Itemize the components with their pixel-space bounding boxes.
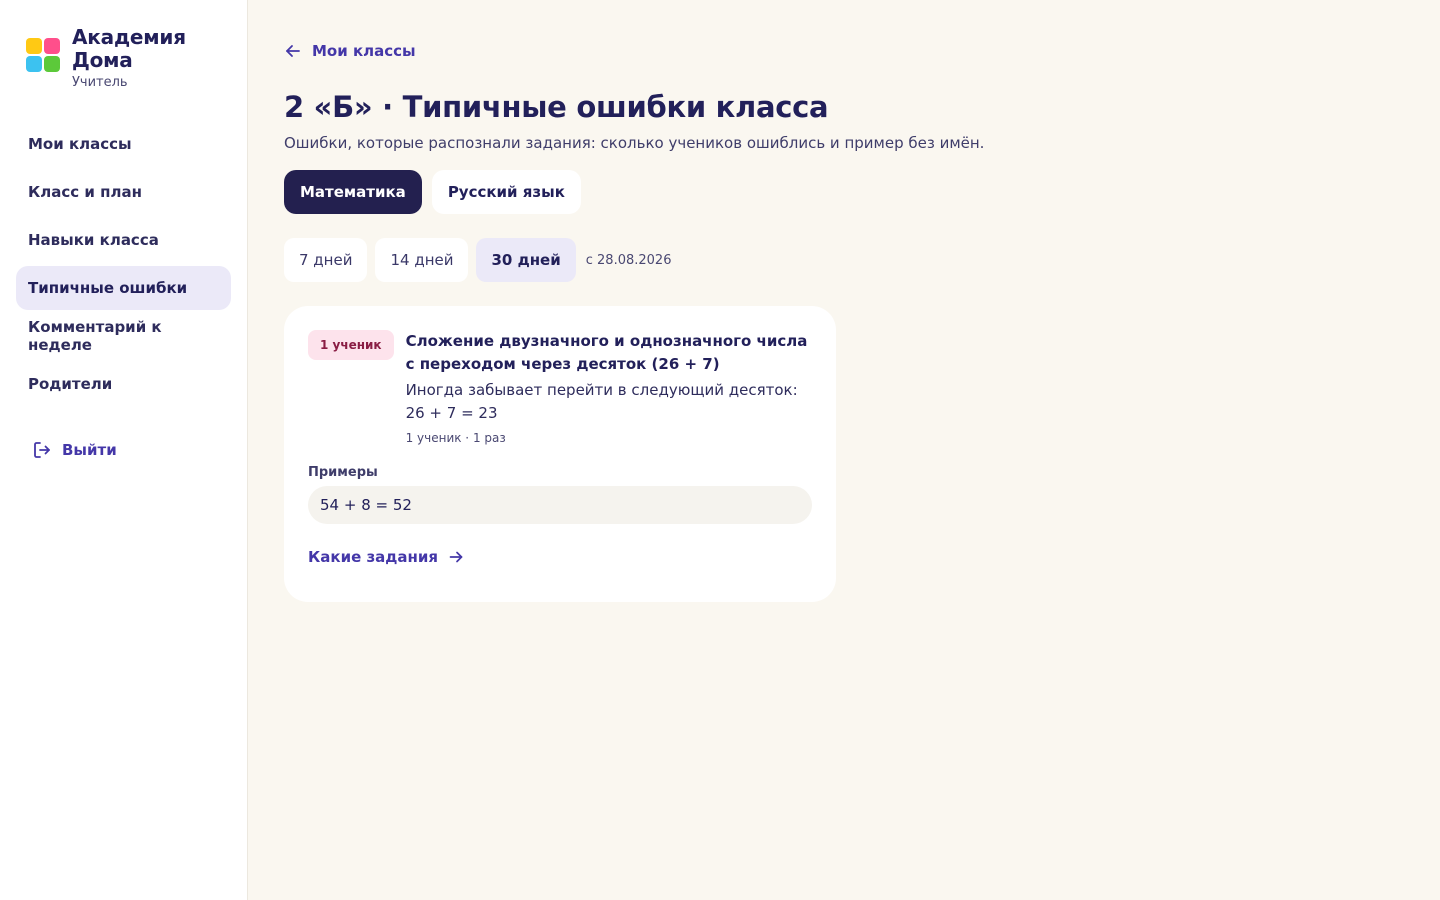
sidebar: Академия Дома Учитель Мои классы Класс и… bbox=[0, 0, 248, 900]
tab-russian[interactable]: Русский язык bbox=[431, 170, 581, 214]
period-since-date: с 28.08.2026 bbox=[585, 252, 672, 268]
period-7-days[interactable]: 7 дней bbox=[284, 238, 368, 282]
example-item: 54 + 8 = 52 bbox=[308, 486, 812, 524]
logo-icon bbox=[26, 38, 60, 72]
logout-icon bbox=[32, 440, 52, 460]
sidebar-item-week-comment[interactable]: Комментарий к неделе bbox=[16, 314, 231, 358]
which-tasks-link[interactable]: Какие задания bbox=[308, 548, 464, 566]
logout-button[interactable]: Выйти bbox=[16, 430, 231, 470]
error-meta: 1 ученик · 1 раз bbox=[405, 431, 506, 445]
which-tasks-label: Какие задания bbox=[308, 548, 439, 566]
app-root: Академия Дома Учитель Мои классы Класс и… bbox=[0, 0, 1440, 900]
subject-tabs: Математика Русский язык bbox=[284, 170, 1404, 214]
page-title: 2 «Б» · Типичные ошибки класса bbox=[284, 90, 829, 124]
brand-role: Учитель bbox=[72, 75, 128, 90]
error-card: 1 ученик Сложение двузначного и однознач… bbox=[284, 306, 836, 602]
back-link[interactable]: Мои классы bbox=[284, 42, 416, 60]
period-30-days[interactable]: 30 дней bbox=[476, 238, 576, 282]
sidebar-item-my-classes[interactable]: Мои классы bbox=[16, 122, 231, 166]
sidebar-item-class-plan[interactable]: Класс и план bbox=[16, 170, 231, 214]
sidebar-item-typical-errors[interactable]: Типичные ошибки bbox=[16, 266, 231, 310]
logout-label: Выйти bbox=[62, 441, 117, 459]
sidebar-nav: Мои классы Класс и план Навыки класса Ти… bbox=[16, 122, 231, 406]
main-content: Мои классы 2 «Б» · Типичные ошибки класс… bbox=[248, 0, 1440, 900]
sidebar-item-class-skills[interactable]: Навыки класса bbox=[16, 218, 231, 262]
arrow-left-icon bbox=[284, 42, 302, 60]
brand-name-line2: Дома bbox=[72, 48, 133, 72]
error-title: Сложение двузначного и однозначного числ… bbox=[405, 332, 808, 373]
page-subtitle: Ошибки, которые распознали задания: скол… bbox=[284, 134, 985, 152]
back-link-label: Мои классы bbox=[312, 42, 416, 60]
arrow-right-icon bbox=[448, 549, 464, 565]
period-filter: 7 дней 14 дней 30 дней с 28.08.2026 bbox=[284, 238, 1404, 282]
students-count-badge: 1 ученик bbox=[308, 330, 394, 360]
sidebar-item-parents[interactable]: Родители bbox=[16, 362, 231, 406]
brand-name-line1: Академия bbox=[72, 25, 186, 49]
tab-math[interactable]: Математика bbox=[284, 170, 422, 214]
error-description: Иногда забывает перейти в следующий деся… bbox=[405, 381, 798, 422]
examples-label: Примеры bbox=[308, 465, 378, 480]
period-14-days[interactable]: 14 дней bbox=[375, 238, 469, 282]
brand[interactable]: Академия Дома Учитель bbox=[16, 26, 231, 90]
